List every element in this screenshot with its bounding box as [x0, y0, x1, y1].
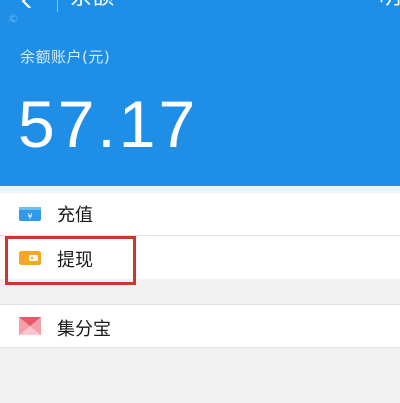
balance-label: 余额账户(元) — [20, 48, 111, 66]
withdraw-label: 提现 — [57, 250, 93, 271]
nav-bar: 余额 明 — [0, 0, 400, 14]
nav-divider — [57, 0, 58, 12]
jifenbao-icon — [19, 317, 41, 335]
jifenbao-label: 集分宝 — [57, 319, 111, 340]
wallet-icon — [19, 251, 41, 265]
back-arrow-icon[interactable] — [20, 0, 34, 8]
watermark-symbol: © — [8, 12, 19, 25]
svg-text:¥: ¥ — [27, 212, 32, 221]
nav-title: 余额 — [70, 0, 114, 10]
jifenbao-row[interactable]: 集分宝 — [0, 304, 400, 348]
balance-header: 余额 明 © 余额账户(元) 57.17 — [0, 0, 400, 186]
recharge-label: 充值 — [57, 205, 93, 226]
nav-detail-link[interactable]: 明 — [379, 0, 400, 10]
recharge-row[interactable]: ¥ 充值 — [0, 193, 400, 236]
wallet-card-icon: ¥ — [19, 207, 41, 221]
balance-amount: 57.17 — [18, 87, 199, 161]
withdraw-row[interactable]: 提现 — [0, 236, 400, 279]
